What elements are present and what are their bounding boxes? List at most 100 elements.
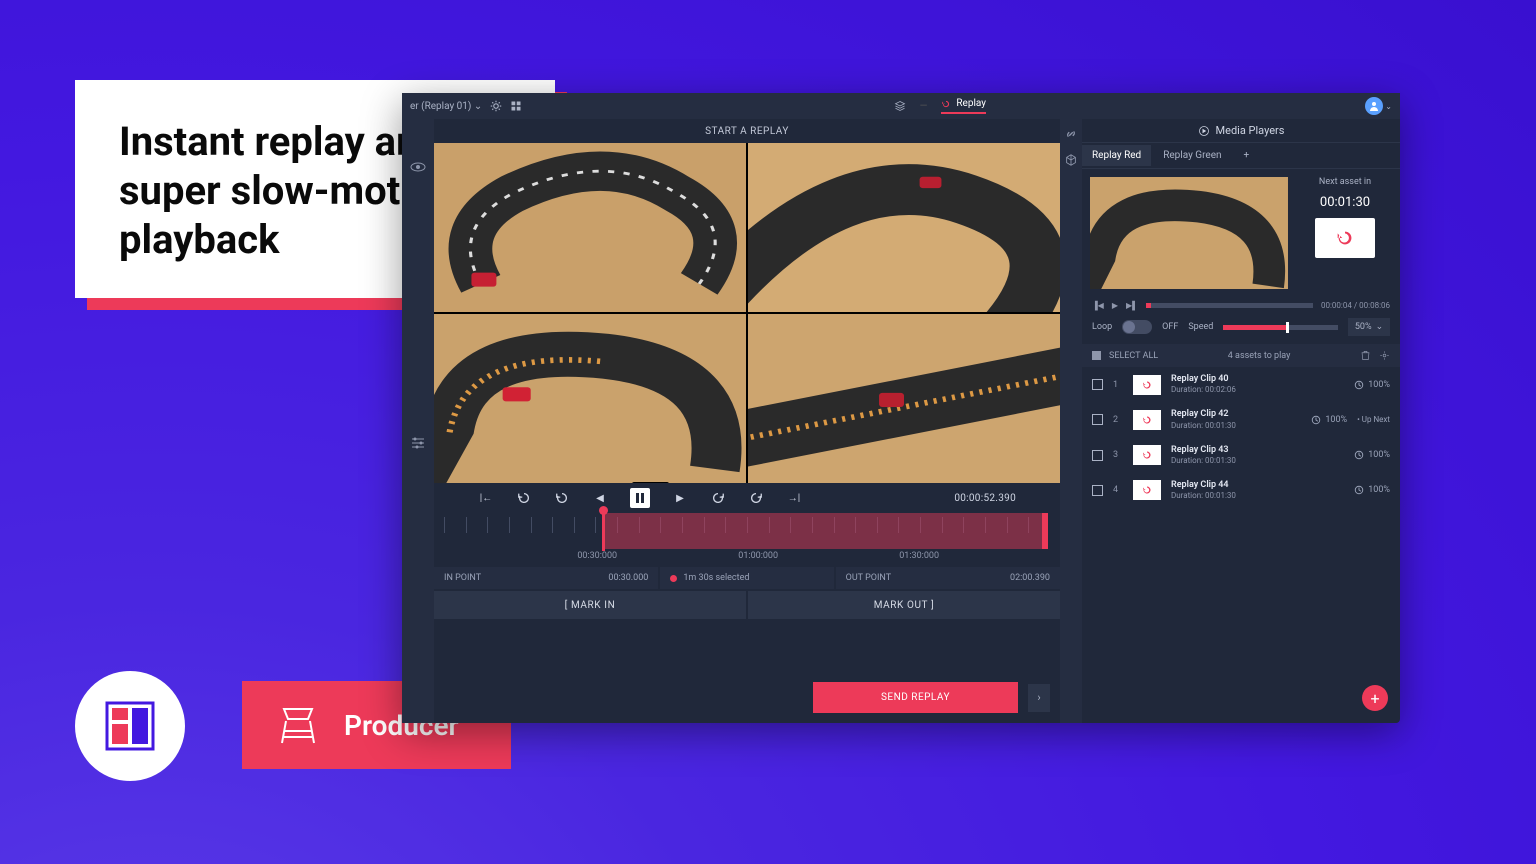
replay-badge[interactable] <box>1315 218 1375 258</box>
pause-button[interactable] <box>630 488 650 508</box>
media-players-header: Media Players <box>1082 119 1400 143</box>
divider: — <box>920 101 928 112</box>
asset-row[interactable]: 1Replay Clip 40Duration: 00:02:06100% <box>1082 367 1400 402</box>
asset-pct: 100% <box>1354 485 1390 495</box>
asset-thumb <box>1133 480 1161 500</box>
chevron-down-icon: ⌄ <box>1376 322 1384 332</box>
play-icon[interactable]: ▶ <box>1112 301 1118 310</box>
media-players-panel: Media Players Replay Red Replay Green + … <box>1082 119 1400 723</box>
source-dropdown[interactable]: er (Replay 01) ⌄ <box>410 101 482 112</box>
asset-row[interactable]: 2Replay Clip 42Duration: 00:01:30100%• U… <box>1082 402 1400 437</box>
media-controls: ▐◀ ▶ ▶▌ 00:00:04 / 00:08:06 <box>1082 297 1400 314</box>
asset-thumb <box>1133 375 1161 395</box>
left-rail <box>402 119 434 723</box>
cube-icon[interactable] <box>1064 153 1078 167</box>
timeline-labels: 00:30:000 01:00:000 01:30:000 <box>434 549 1060 567</box>
asset-checkbox[interactable] <box>1092 379 1103 390</box>
tab-replay[interactable]: Replay <box>941 98 986 114</box>
grid-icon[interactable] <box>510 100 522 112</box>
time-total: 00:08:06 <box>1359 301 1390 310</box>
asset-row[interactable]: 3Replay Clip 43Duration: 00:01:30100% <box>1082 438 1400 473</box>
in-out-row: IN POINT00:30.000 1m 30s selected OUT PO… <box>434 567 1060 589</box>
select-all-label[interactable]: SELECT ALL <box>1109 351 1158 361</box>
loop-toggle[interactable] <box>1122 320 1152 334</box>
gear-icon[interactable] <box>490 100 502 112</box>
prev-icon[interactable]: ▐◀ <box>1092 301 1104 310</box>
time-current: 00:00:04 <box>1321 301 1352 310</box>
fwd-10-icon[interactable] <box>748 490 764 506</box>
multiview: Pause <box>434 143 1060 483</box>
media-header-label: Media Players <box>1216 124 1285 137</box>
director-chair-icon <box>278 705 318 745</box>
link-icon[interactable] <box>1064 127 1078 141</box>
speed-label: Speed <box>1188 322 1213 332</box>
avatar[interactable] <box>1365 97 1383 115</box>
send-replay-button[interactable]: SEND REPLAY <box>813 682 1018 713</box>
tab-replay-red[interactable]: Replay Red <box>1082 145 1151 166</box>
fwd-5-icon[interactable] <box>710 490 726 506</box>
middle-rail <box>1060 119 1082 723</box>
camera-2[interactable] <box>748 143 1060 312</box>
next-asset-time: 00:01:30 <box>1320 195 1370 210</box>
selected-label: 1m 30s selected <box>683 573 749 583</box>
asset-duration: Duration: 00:01:30 <box>1171 491 1344 501</box>
back-5-icon[interactable] <box>554 490 570 506</box>
asset-checkbox[interactable] <box>1092 450 1103 461</box>
time-label-2: 01:30:000 <box>899 551 939 561</box>
next-icon[interactable]: ▶▌ <box>1126 301 1138 310</box>
select-all-checkbox[interactable] <box>1092 351 1101 360</box>
camera-4[interactable] <box>748 314 1060 483</box>
asset-thumb <box>1133 445 1161 465</box>
timeline-selection <box>602 513 1048 549</box>
step-fwd-icon[interactable]: ▶ <box>672 490 688 506</box>
out-handle[interactable] <box>1042 513 1048 549</box>
asset-extra: • Up Next <box>1357 415 1390 424</box>
speed-slider[interactable] <box>1223 325 1338 330</box>
add-fab[interactable]: + <box>1362 685 1388 711</box>
avatar-chevron-icon[interactable]: ⌄ <box>1385 102 1392 111</box>
topbar: er (Replay 01) ⌄ — Replay ⌄ <box>402 93 1400 119</box>
tab-add[interactable]: + <box>1234 145 1260 166</box>
media-tabs: Replay Red Replay Green + <box>1082 143 1400 169</box>
loop-label: Loop <box>1092 322 1112 332</box>
layers-icon[interactable] <box>894 100 906 112</box>
settings-icon[interactable] <box>1379 350 1390 361</box>
mark-out-button[interactable]: MARK OUT ] <box>748 591 1060 619</box>
expand-right-icon[interactable]: › <box>1028 684 1050 712</box>
asset-duration: Duration: 00:01:30 <box>1171 421 1301 431</box>
asset-name: Replay Clip 44 <box>1171 480 1344 491</box>
scrubber[interactable] <box>1146 303 1313 308</box>
asset-checkbox[interactable] <box>1092 485 1103 496</box>
asset-list: 1Replay Clip 40Duration: 00:02:06100%2Re… <box>1082 367 1400 508</box>
asset-index: 4 <box>1113 485 1123 495</box>
mark-in-button[interactable]: [ MARK IN <box>434 591 746 619</box>
asset-index: 1 <box>1113 380 1123 390</box>
time-label-1: 01:00:000 <box>738 551 778 561</box>
asset-duration: Duration: 00:01:30 <box>1171 456 1344 466</box>
out-value: 02:00.390 <box>1010 573 1050 583</box>
jump-end-icon[interactable]: →| <box>786 490 802 506</box>
camera-1[interactable] <box>434 143 746 312</box>
eye-icon[interactable] <box>410 159 426 175</box>
back-10-icon[interactable] <box>516 490 532 506</box>
timeline[interactable] <box>444 513 1050 549</box>
jump-start-icon[interactable]: |← <box>478 490 494 506</box>
sliders-icon[interactable] <box>410 435 426 451</box>
camera-3[interactable]: Pause <box>434 314 746 483</box>
assets-count: 4 assets to play <box>1166 351 1352 361</box>
in-handle[interactable] <box>602 511 605 551</box>
asset-checkbox[interactable] <box>1092 414 1103 425</box>
media-icon <box>1198 125 1210 137</box>
tab-replay-label: Replay <box>956 98 986 109</box>
asset-pct: 100% <box>1354 450 1390 460</box>
asset-row[interactable]: 4 Replay Clip 44Duration: 00:01:30 100% <box>1082 473 1400 508</box>
tab-replay-green[interactable]: Replay Green <box>1153 145 1231 166</box>
trash-icon[interactable] <box>1360 350 1371 361</box>
speed-value-box[interactable]: 50%⌄ <box>1348 318 1390 336</box>
record-dot-icon <box>670 575 677 582</box>
transport-bar: |← ◀ ▶ →| 00:00:52.390 <box>434 483 1060 513</box>
step-back-icon[interactable]: ◀ <box>592 490 608 506</box>
preview-thumb[interactable] <box>1090 177 1288 289</box>
replay-icon <box>941 99 951 109</box>
asset-index: 3 <box>1113 450 1123 460</box>
